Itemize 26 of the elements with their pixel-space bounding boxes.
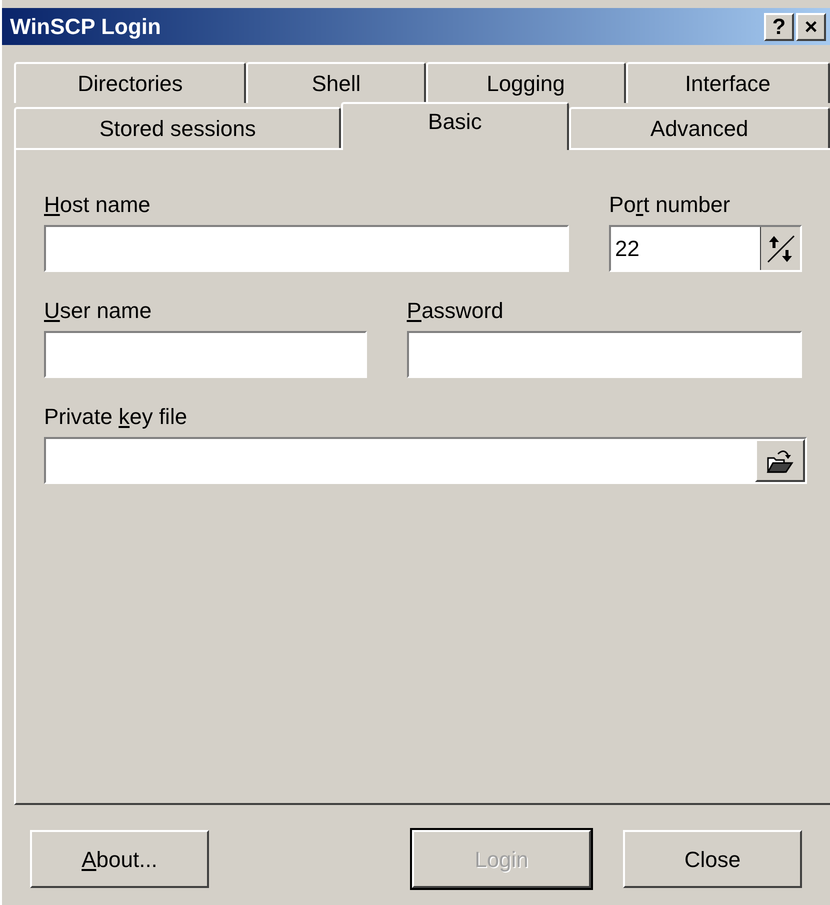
tab[interactable]: Basic [341, 102, 569, 150]
user-name-field[interactable] [44, 331, 367, 378]
tab[interactable]: Logging [426, 62, 626, 103]
password-field[interactable] [406, 331, 802, 378]
up-down-arrows-icon [766, 234, 796, 264]
host-name-field[interactable] [44, 225, 569, 272]
tab[interactable]: Stored sessions [14, 107, 342, 148]
port-number-field[interactable]: 22 [609, 225, 802, 272]
field-label: Private key file [44, 403, 188, 431]
spin-button[interactable] [760, 227, 800, 270]
field-label: Port number [609, 191, 732, 219]
browse-button[interactable] [755, 439, 805, 482]
tab[interactable]: Interface [626, 62, 830, 103]
field-label: Host name [44, 191, 152, 219]
field-label: Password [406, 297, 504, 325]
field-label: User name [44, 297, 153, 325]
private-key-file-field[interactable] [44, 437, 807, 484]
tab[interactable]: Directories [14, 62, 246, 103]
close-button[interactable]: × [796, 12, 826, 40]
help-button[interactable]: ? [764, 12, 794, 40]
window-title: WinSCP Login [10, 13, 162, 41]
tab[interactable]: Advanced [568, 107, 830, 148]
open-folder-icon [766, 448, 794, 474]
about-button[interactable]: About... [30, 830, 209, 888]
tab[interactable]: Shell [246, 62, 426, 103]
close-dialog-button[interactable]: Close [623, 830, 802, 888]
